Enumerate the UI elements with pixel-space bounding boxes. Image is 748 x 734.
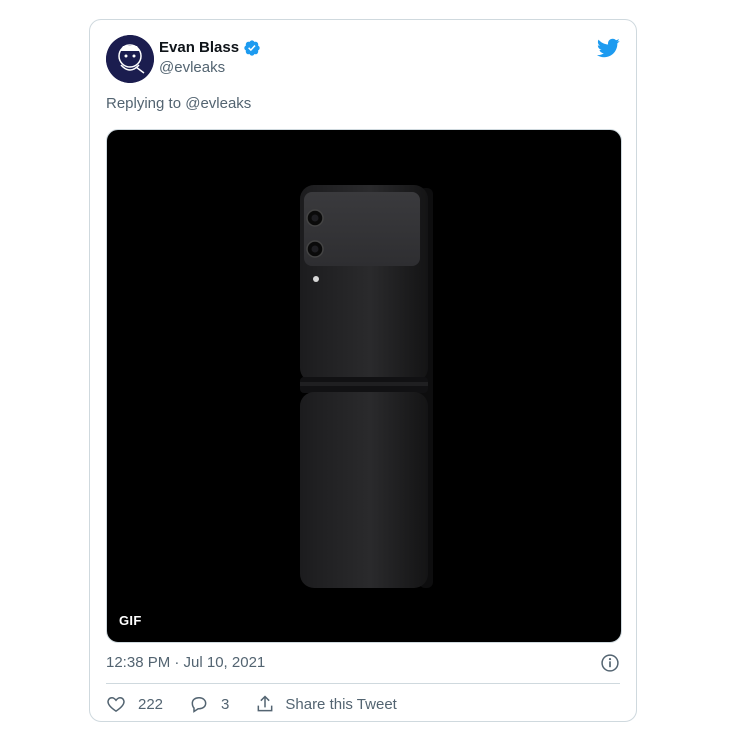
share-label: Share this Tweet [285,695,397,713]
info-icon[interactable] [600,653,620,673]
avatar[interactable] [106,35,154,83]
reply-handle-link[interactable]: @evleaks [185,95,251,112]
verified-badge-icon [243,39,261,57]
like-button[interactable]: 222 [106,694,163,714]
author-block[interactable]: Evan Blass @evleaks [159,38,261,78]
tweet-card[interactable]: Evan Blass @evleaks Replying to @evleaks [89,19,637,722]
tweet-timestamp[interactable]: 12:38 PM · Jul 10, 2021 [106,653,265,673]
share-icon [257,695,273,712]
reply-bubble-icon [191,697,207,713]
reply-context: Replying to @evleaks [106,94,251,114]
twitter-bird-icon[interactable] [596,36,620,60]
phone-image [300,185,433,588]
reply-button[interactable]: 3 [189,694,229,714]
media-gif[interactable]: GIF [106,129,622,643]
reply-count: 3 [221,695,230,713]
divider [106,683,620,684]
action-bar: 222 3 Share this Tweet [106,693,423,715]
author-name-row[interactable]: Evan Blass [159,38,261,58]
author-name[interactable]: Evan Blass [159,38,239,58]
author-handle[interactable]: @evleaks [159,58,261,78]
reply-prefix: Replying to [106,95,182,112]
like-count: 222 [138,695,164,713]
share-button[interactable]: Share this Tweet [255,694,397,714]
heart-icon [107,696,125,712]
gif-badge: GIF [119,613,142,628]
